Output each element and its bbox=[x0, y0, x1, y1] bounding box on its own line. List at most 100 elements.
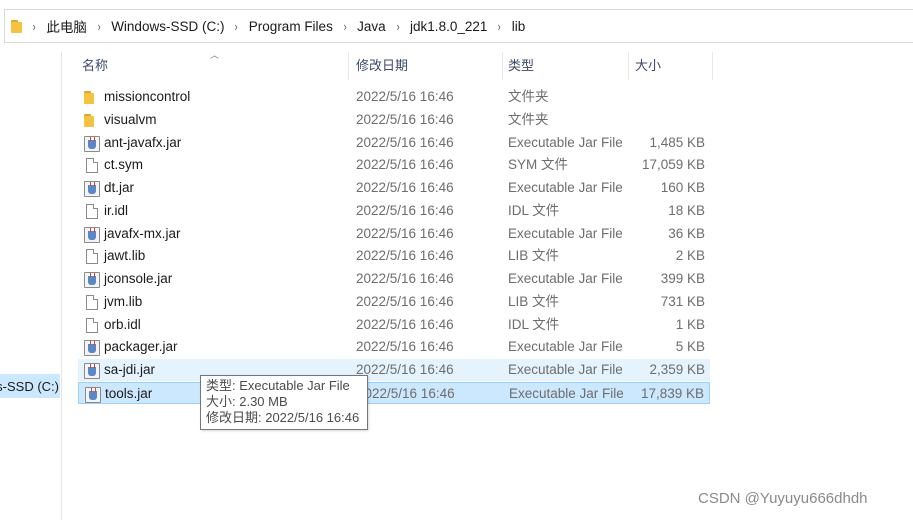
file-size: 17,059 KB bbox=[641, 157, 705, 173]
column-header-name[interactable]: 名称 bbox=[82, 52, 108, 80]
file-type: IDL 文件 bbox=[508, 202, 560, 218]
file-name: dt.jar bbox=[104, 180, 135, 195]
navigation-pane: Windows-SSD (C:) ) bbox=[0, 52, 62, 520]
file-modified-date: 2022/5/16 16:46 bbox=[356, 248, 454, 264]
file-row[interactable]: ct.sym 2022/5/16 16:46 SYM 文件 17,059 KB bbox=[78, 154, 710, 176]
file-size: 160 KB bbox=[660, 180, 705, 195]
file-size: 1 KB bbox=[675, 316, 705, 332]
file-modified-date: 2022/5/16 16:46 bbox=[356, 293, 454, 309]
file-row[interactable]: jvm.lib 2022/5/16 16:46 LIB 文件 731 KB bbox=[78, 291, 710, 313]
file-explorer-window: › 此电脑 › Windows-SSD (C:) › Program Files… bbox=[0, 0, 913, 520]
file-size: 399 KB bbox=[660, 271, 705, 286]
column-divider[interactable] bbox=[628, 52, 629, 80]
file-row[interactable]: tools.jar 2022/5/16 16:46 Executable Jar F… bbox=[78, 381, 710, 404]
nav-item-windows-ssd[interactable]: Windows-SSD (C:) bbox=[0, 374, 60, 398]
nav-item-next[interactable]: ) bbox=[0, 402, 16, 422]
file-size: 18 KB bbox=[668, 202, 705, 218]
file-name: visualvm bbox=[104, 111, 157, 127]
file-modified-date: 2022/5/16 16:46 bbox=[356, 89, 454, 104]
file-name: ct.sym bbox=[104, 157, 143, 173]
file-type: Executable Jar File bbox=[508, 225, 623, 241]
file-type: 文件夹 bbox=[508, 111, 549, 127]
file-modified-date: 2022/5/16 16:46 bbox=[356, 111, 454, 127]
file-type: IDL 文件 bbox=[508, 316, 560, 332]
file-modified-date: 2022/5/16 16:46 bbox=[356, 157, 454, 173]
address-bar[interactable]: › 此电脑 › Windows-SSD (C:) › Program Files… bbox=[4, 9, 913, 43]
breadcrumb-this-pc[interactable]: 此电脑 bbox=[46, 16, 87, 36]
file-icon bbox=[86, 158, 98, 174]
file-name: packager.jar bbox=[104, 339, 178, 355]
jar-icon bbox=[84, 181, 100, 197]
file-name: tools.jar bbox=[105, 385, 153, 401]
file-name: sa-jdi.jar bbox=[104, 362, 156, 377]
column-header-row: ︿ 名称 修改日期 类型 大小 bbox=[74, 50, 714, 80]
file-size: 36 KB bbox=[668, 225, 705, 241]
file-name: orb.idl bbox=[104, 316, 141, 332]
watermark: CSDN @Yuyuyu666dhdh bbox=[698, 490, 868, 507]
chevron-right-icon[interactable]: › bbox=[33, 19, 36, 34]
file-name: jvm.lib bbox=[104, 293, 143, 309]
folder-icon bbox=[11, 19, 22, 33]
address-bar-area: › 此电脑 › Windows-SSD (C:) › Program Files… bbox=[0, 0, 913, 52]
file-modified-date: 2022/5/16 16:46 bbox=[356, 225, 454, 241]
file-type: Executable Jar File bbox=[509, 385, 624, 401]
file-info-tooltip: 类型: Executable Jar File 大小: 2.30 MB 修改日期… bbox=[200, 375, 368, 430]
file-row[interactable]: visualvm 2022/5/16 16:46 文件夹 bbox=[78, 109, 710, 131]
file-row[interactable]: jconsole.jar 2022/5/16 16:46 Executable Ja… bbox=[78, 268, 710, 290]
file-row[interactable]: sa-jdi.jar 2022/5/16 16:46 Executable Jar … bbox=[78, 359, 710, 381]
file-modified-date: 2022/5/16 16:46 bbox=[356, 180, 454, 195]
breadcrumb-lib[interactable]: lib bbox=[512, 19, 526, 34]
chevron-right-icon[interactable]: › bbox=[343, 19, 346, 34]
file-row[interactable]: ir.idl 2022/5/16 16:46 IDL 文件 18 KB bbox=[78, 200, 710, 222]
file-size: 1,485 KB bbox=[649, 134, 705, 150]
jar-icon bbox=[84, 340, 100, 357]
column-divider[interactable] bbox=[348, 52, 349, 80]
file-modified-date: 2022/5/16 16:46 bbox=[356, 202, 454, 218]
file-icon bbox=[86, 317, 98, 333]
file-modified-date: 2022/5/16 16:46 bbox=[356, 134, 454, 150]
file-size: 731 KB bbox=[660, 293, 705, 309]
chevron-right-icon[interactable]: › bbox=[235, 19, 238, 34]
chevron-right-icon[interactable]: › bbox=[396, 19, 399, 34]
file-row[interactable]: dt.jar 2022/5/16 16:46 Executable Jar File… bbox=[78, 177, 710, 199]
file-name: ant-javafx.jar bbox=[104, 134, 182, 150]
jar-icon bbox=[84, 272, 100, 288]
file-row[interactable]: jawt.lib 2022/5/16 16:46 LIB 文件 2 KB bbox=[78, 245, 710, 267]
column-header-date[interactable]: 修改日期 bbox=[356, 52, 408, 80]
file-row[interactable]: missioncontrol 2022/5/16 16:46 文件夹 bbox=[78, 86, 710, 108]
file-row[interactable]: packager.jar 2022/5/16 16:46 Executable Ja… bbox=[78, 336, 710, 358]
sort-ascending-icon: ︿ bbox=[210, 50, 220, 60]
file-row[interactable]: javafx-mx.jar 2022/5/16 16:46 Executable J… bbox=[78, 223, 710, 245]
file-type: LIB 文件 bbox=[508, 293, 560, 309]
breadcrumb-program-files[interactable]: Program Files bbox=[249, 19, 333, 34]
column-divider[interactable] bbox=[712, 52, 713, 80]
jar-icon bbox=[84, 226, 100, 243]
file-name: missioncontrol bbox=[104, 89, 191, 104]
file-size: 5 KB bbox=[675, 339, 705, 355]
jar-icon bbox=[84, 135, 100, 152]
file-size: 17,839 KB bbox=[640, 385, 704, 401]
file-row[interactable]: ant-javafx.jar 2022/5/16 16:46 Executable … bbox=[78, 132, 710, 154]
folder-icon bbox=[84, 113, 94, 130]
chevron-right-icon[interactable]: › bbox=[498, 19, 501, 34]
file-modified-date: 2022/5/16 16:46 bbox=[357, 385, 455, 401]
file-modified-date: 2022/5/16 16:46 bbox=[356, 271, 454, 286]
chevron-right-icon[interactable]: › bbox=[97, 19, 100, 34]
breadcrumb-java[interactable]: Java bbox=[357, 19, 386, 34]
column-divider[interactable] bbox=[502, 52, 503, 80]
file-row[interactable]: orb.idl 2022/5/16 16:46 IDL 文件 1 KB bbox=[78, 314, 710, 336]
file-size: 2 KB bbox=[675, 248, 705, 264]
file-type: Executable Jar File bbox=[508, 134, 623, 150]
column-header-size[interactable]: 大小 bbox=[635, 52, 661, 80]
jar-icon bbox=[85, 386, 101, 403]
file-type: SYM 文件 bbox=[508, 157, 569, 173]
breadcrumb-drive[interactable]: Windows-SSD (C:) bbox=[111, 19, 224, 34]
jar-icon bbox=[84, 363, 100, 379]
folder-icon bbox=[84, 91, 94, 107]
file-icon bbox=[86, 249, 98, 265]
file-name: ir.idl bbox=[104, 202, 129, 218]
file-type: Executable Jar File bbox=[508, 362, 623, 377]
column-header-type[interactable]: 类型 bbox=[508, 52, 534, 80]
breadcrumb-jdk[interactable]: jdk1.8.0_221 bbox=[410, 19, 487, 34]
file-icon bbox=[86, 203, 98, 219]
